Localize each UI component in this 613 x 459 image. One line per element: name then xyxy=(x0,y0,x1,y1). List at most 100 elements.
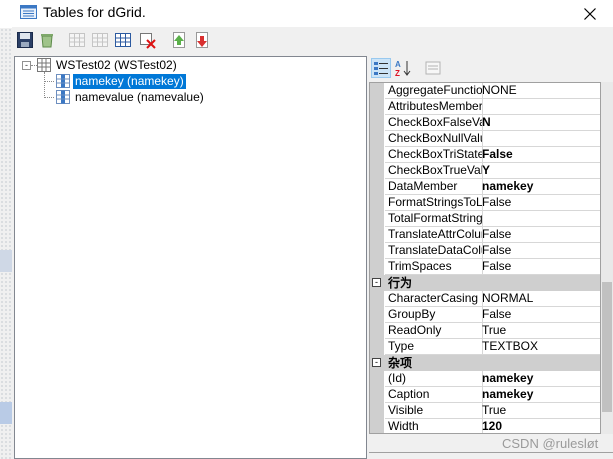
tree-connector xyxy=(44,97,54,98)
category-row[interactable]: - 杂项 xyxy=(370,355,600,371)
move-up-icon[interactable] xyxy=(170,31,188,49)
property-value[interactable]: False xyxy=(480,243,600,259)
tree-item-namevalue[interactable]: namevalue (namevalue) xyxy=(73,90,206,105)
category-collapse-toggle[interactable]: - xyxy=(372,358,381,367)
table-icon xyxy=(37,58,51,72)
move-down-icon[interactable] xyxy=(193,31,211,49)
row-gutter xyxy=(370,259,384,275)
property-value[interactable]: False xyxy=(480,227,600,243)
row-gutter xyxy=(370,339,384,355)
property-pages-button[interactable] xyxy=(423,58,443,78)
property-row[interactable]: TrimSpaces False xyxy=(370,259,600,275)
table-icon[interactable] xyxy=(68,31,86,49)
close-button[interactable] xyxy=(567,0,613,27)
row-gutter xyxy=(370,307,384,323)
property-grid-scrollbar[interactable] xyxy=(601,82,613,434)
property-row[interactable]: AttributesMember xyxy=(370,99,600,115)
property-value[interactable] xyxy=(480,99,600,115)
window-title: Tables for dGrid. xyxy=(43,4,146,20)
tree-item-namekey[interactable]: namekey (namekey) xyxy=(73,74,186,89)
table-tree-view[interactable]: - WSTest02 (WSTest02) namekey (namekey) xyxy=(14,56,367,459)
property-value[interactable]: 120 xyxy=(480,419,600,433)
property-row[interactable]: TranslateAttrColumnFalse xyxy=(370,227,600,243)
property-row[interactable]: (Id) namekey xyxy=(370,371,600,387)
category-collapse-toggle[interactable]: - xyxy=(372,278,381,287)
title-bar: Tables for dGrid. xyxy=(12,0,613,27)
categorized-icon xyxy=(374,62,388,75)
column-icon xyxy=(56,90,70,104)
table-add-icon[interactable] xyxy=(91,31,109,49)
property-row[interactable]: ReadOnly True xyxy=(370,323,600,339)
property-value[interactable]: NONE xyxy=(480,83,600,99)
row-gutter xyxy=(370,163,384,179)
watermark: CSDN @rulesløt xyxy=(502,436,599,451)
row-gutter xyxy=(370,115,384,131)
property-value[interactable]: False xyxy=(480,147,600,163)
table-select-icon[interactable] xyxy=(114,31,132,49)
property-row[interactable]: TranslateDataColumnFalse xyxy=(370,243,600,259)
property-value[interactable]: namekey xyxy=(480,371,600,387)
property-value[interactable]: False xyxy=(480,307,600,323)
background-app-strip xyxy=(0,28,12,459)
save-icon[interactable] xyxy=(16,31,34,49)
property-row[interactable]: Type TEXTBOX xyxy=(370,339,600,355)
property-value[interactable]: namekey xyxy=(480,179,600,195)
property-name: Type xyxy=(385,339,483,355)
row-gutter xyxy=(370,179,384,195)
scrollbar-thumb[interactable] xyxy=(602,282,612,412)
property-name: Width xyxy=(385,419,483,433)
delete-icon[interactable] xyxy=(139,31,157,49)
tables-dialog: Tables for dGrid. - WSTest02 (WSTest02) … xyxy=(12,0,613,459)
property-row[interactable]: TotalFormatString xyxy=(370,211,600,227)
property-name: GroupBy xyxy=(385,307,483,323)
categorized-button[interactable] xyxy=(371,58,391,78)
row-gutter xyxy=(370,195,384,211)
row-gutter xyxy=(370,147,384,163)
property-row[interactable]: GroupBy False xyxy=(370,307,600,323)
property-value[interactable]: TEXTBOX xyxy=(480,339,600,355)
property-row[interactable]: CharacterCasing NORMAL xyxy=(370,291,600,307)
property-value[interactable]: namekey xyxy=(480,387,600,403)
property-value[interactable]: NORMAL xyxy=(480,291,600,307)
property-name: (Id) xyxy=(385,371,483,387)
tree-connector xyxy=(44,81,54,82)
property-name: Visible xyxy=(385,403,483,419)
property-row[interactable]: CheckBoxFalseValueN xyxy=(370,115,600,131)
tree-root-label[interactable]: WSTest02 (WSTest02) xyxy=(54,58,179,73)
alphabetical-button[interactable]: A Z xyxy=(393,58,413,78)
row-gutter xyxy=(370,211,384,227)
property-name: TranslateAttrColumn xyxy=(385,227,483,243)
property-name: CheckBoxTrueValue xyxy=(385,163,483,179)
recycle-icon[interactable] xyxy=(38,31,56,49)
property-value[interactable] xyxy=(480,131,600,147)
property-row[interactable]: CheckBoxTrueValueY xyxy=(370,163,600,179)
property-value[interactable]: N xyxy=(480,115,600,131)
property-value[interactable] xyxy=(480,211,600,227)
main-toolbar xyxy=(12,28,613,54)
property-row[interactable]: DataMember namekey xyxy=(370,179,600,195)
background-band xyxy=(0,250,12,272)
property-row[interactable]: Width 120 xyxy=(370,419,600,433)
window-app-icon xyxy=(20,5,37,19)
property-name: CheckBoxNullValue xyxy=(385,131,483,147)
background-band xyxy=(0,402,12,424)
property-value[interactable]: Y xyxy=(480,163,600,179)
row-gutter xyxy=(370,387,384,403)
property-row[interactable]: Visible True xyxy=(370,403,600,419)
property-value[interactable]: False xyxy=(480,195,600,211)
property-row[interactable]: CheckBoxTriState False xyxy=(370,147,600,163)
property-row[interactable]: Caption namekey xyxy=(370,387,600,403)
row-gutter xyxy=(370,243,384,259)
property-name: FormatStringsToLocalize xyxy=(385,195,483,211)
property-value[interactable]: True xyxy=(480,323,600,339)
property-row[interactable]: AggregateFunction NONE xyxy=(370,83,600,99)
property-row[interactable]: FormatStringsToLocalizeFalse xyxy=(370,195,600,211)
property-row[interactable]: CheckBoxNullValue xyxy=(370,131,600,147)
property-value[interactable]: True xyxy=(480,403,600,419)
property-value[interactable]: False xyxy=(480,259,600,275)
tree-collapse-toggle[interactable]: - xyxy=(22,61,31,70)
row-gutter xyxy=(370,83,384,99)
category-row[interactable]: - 行为 xyxy=(370,275,600,291)
tree-connector xyxy=(44,72,45,98)
row-gutter xyxy=(370,371,384,387)
